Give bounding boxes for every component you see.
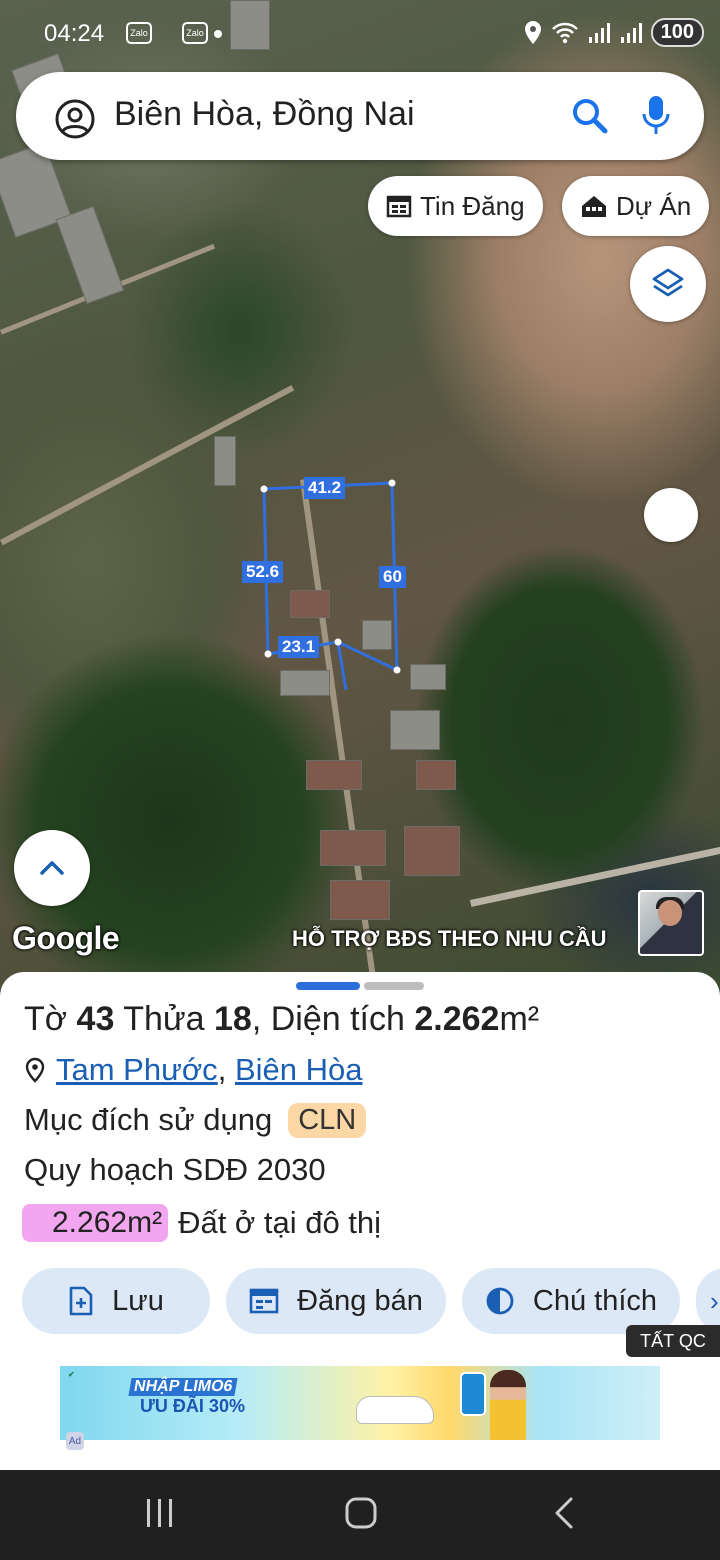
google-logo: Google [12,920,120,956]
sheet-page-indicator[interactable] [364,982,424,990]
dimension-bottom-label: 23.1 [278,636,320,658]
du-an-label: Dự Án [616,190,692,221]
parcel-vertex [260,485,268,493]
ad-headline-2: ƯU ĐÃI 30% [140,1396,245,1416]
ad-banner[interactable]: ✔ NHẬP LIMO6 ƯU ĐÃI 30% [60,1366,660,1440]
legend-label: Chú thích [532,1284,658,1317]
chevron-up-icon [40,861,64,875]
purpose-code-badge[interactable]: CLN [288,1102,367,1138]
purpose-label: Mục đích sử dụng [24,1102,273,1137]
parcel-vertex [388,479,396,487]
promo-overlay-text: HỖ TRỢ BĐS THEO NHU CẦU [292,926,607,951]
dimension-top-label: 41.2 [304,477,346,499]
status-bar: 04:24 Zalo Zalo 100 [0,0,720,66]
post-sale-label: Đăng bán [297,1284,423,1317]
dimension-left-label: 52.6 [242,561,284,583]
area-value: 2.262 [414,1000,500,1038]
building-home-icon [582,196,606,217]
battery-icon: 100 [650,18,704,47]
tin-dang-label: Tin Đăng [420,190,525,221]
save-button[interactable]: Lưu [22,1268,210,1334]
plan-area-badge: 2.262m² [22,1204,169,1242]
expand-sheet-button[interactable] [14,830,90,906]
ward-link[interactable]: Tam Phước [56,1052,218,1087]
status-time: 04:24 [44,20,105,47]
floating-action-button[interactable] [644,488,698,542]
account-icon[interactable] [54,98,96,140]
home-icon[interactable] [344,1496,378,1530]
search-icon[interactable] [570,96,610,136]
contrast-icon [486,1287,514,1315]
ad-car-image [356,1396,434,1424]
avatar-head [658,900,682,926]
agent-avatar[interactable] [638,890,704,956]
city-link[interactable]: Biên Hòa [235,1052,363,1087]
recent-apps-icon[interactable] [144,1496,176,1530]
search-query[interactable]: Biên Hòa, Đồng Nai [114,95,415,134]
parcel-vertex [393,666,401,674]
plan-use-label: Đất ở tại đô thị [178,1205,382,1240]
ad-person-image [490,1370,526,1440]
more-actions-icon: › [710,1285,719,1316]
calendar-icon [249,1288,279,1314]
status-right-icons: 100 [523,18,704,47]
parcel-vertex [334,638,342,646]
ad-badge-icon[interactable]: Ad [66,1432,84,1450]
plan-area-row: 2.262m² Đất ở tại đô thị [22,1204,381,1242]
signal-icon [620,22,642,43]
map-layers-button[interactable] [630,246,706,322]
plot-label: Thửa [123,1000,205,1038]
dimension-right-label: 60 [379,566,406,588]
ad-phone-image [460,1372,486,1416]
back-icon[interactable] [552,1496,576,1530]
zalo-icon: Zalo [182,22,208,44]
location-separator: , [217,1052,227,1087]
post-sale-button[interactable]: Đăng bán [226,1268,446,1334]
location-row: Tam Phước, Biên Hòa [24,1052,362,1088]
location-pin-icon [25,1057,45,1083]
zalo-icon: Zalo [126,22,152,44]
search-bar[interactable]: Biên Hòa, Đồng Nai [16,72,704,160]
plan-label: Quy hoạch SDĐ 2030 [24,1152,326,1187]
tin-dang-chip[interactable]: Tin Đăng [368,176,543,236]
listing-calendar-icon [386,195,412,218]
parcel-title: Tờ 43 Thửa 18, Diện tích 2.262m² [24,1000,539,1039]
location-icon [524,20,541,44]
hide-ad-button[interactable]: TẤT QC [626,1325,720,1357]
satellite-map[interactable]: 41.2 52.6 60 23.1 04:24 Zalo Zalo 100 Bi… [0,0,720,990]
sheet-number: 43 [76,1000,115,1038]
microphone-icon[interactable] [642,94,670,138]
land-purpose-row: Mục đích sử dụng CLN [24,1102,367,1138]
area-unit: m² [499,1000,540,1038]
sheet-label: Tờ [24,1000,68,1038]
ad-brand-logo: ✔ [68,1370,75,1379]
more-notifications-dot-icon [214,30,222,38]
system-nav-bar [0,1470,720,1560]
save-label: Lưu [112,1284,164,1317]
parcel-vertex [264,650,272,658]
du-an-chip[interactable]: Dự Án [562,176,710,236]
area-label: , Diện tích [251,1000,405,1038]
add-file-icon [69,1286,93,1316]
sheet-page-indicator-active[interactable] [296,982,360,990]
layers-icon [652,268,684,297]
ad-headline-1: NHẬP LIMO6 [128,1378,238,1396]
signal-icon [588,22,610,43]
notification-icons: Zalo Zalo [126,22,222,44]
wifi-icon [551,22,578,43]
plot-number: 18 [214,1000,252,1038]
